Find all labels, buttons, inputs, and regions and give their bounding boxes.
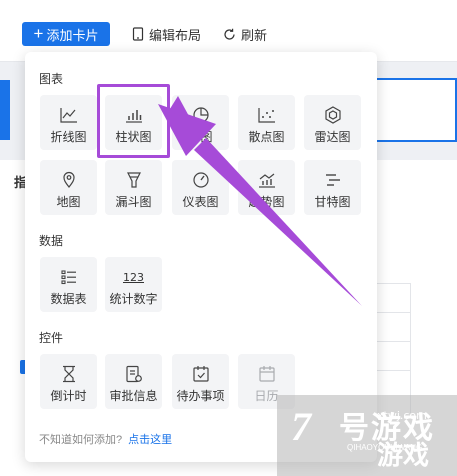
watermark-logo: 7 号游戏 xtwj.com 游戏 QIHAOYOUXIWANG <box>277 395 457 476</box>
